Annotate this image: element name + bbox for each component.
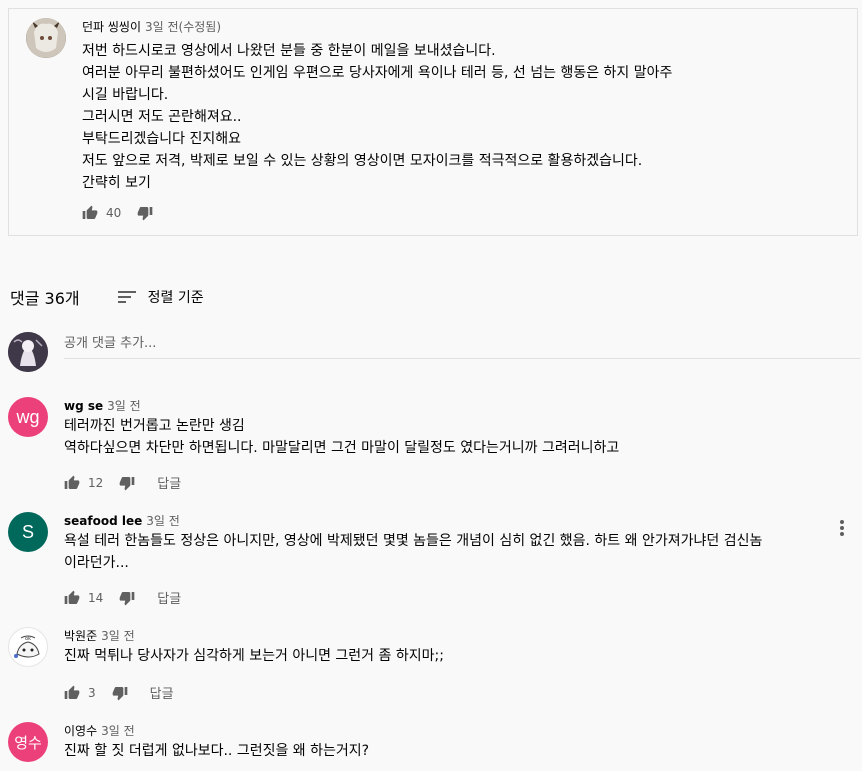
- avatar: [8, 332, 48, 372]
- comment-line: 테러까진 번거롭고 논란만 생김: [64, 418, 245, 434]
- comment-meta: 이영수 3일 전: [64, 722, 135, 739]
- thumb-up-icon[interactable]: [64, 590, 80, 606]
- comment-line: 역하다싶으면 차단만 하면됩니다. 마말달리면 그건 마말이 달릴정도 였다는거…: [64, 440, 620, 456]
- comment-line: 시길 바랍니다.: [82, 87, 169, 103]
- comment-actions: 12 답글: [64, 473, 181, 492]
- comment-meta: seafood lee 3일 전: [64, 512, 180, 529]
- comment-time[interactable]: 3일 전: [146, 514, 180, 528]
- reply-button[interactable]: 답글: [157, 588, 181, 607]
- comment-line: 그러시면 저도 곤란해져요..: [82, 109, 242, 125]
- comment-actions: 40: [82, 205, 153, 221]
- sort-icon: [117, 289, 136, 305]
- comments-header: 댓글 36개 정렬 기준: [10, 285, 204, 309]
- add-comment-box: 공개 댓글 추가...: [8, 332, 860, 372]
- reply-button[interactable]: 답글: [157, 473, 181, 492]
- thumb-down-icon[interactable]: [119, 590, 135, 606]
- comment-time[interactable]: 3일 전: [107, 399, 141, 413]
- comment-meta: 박원준 3일 전: [64, 627, 135, 644]
- avatar[interactable]: wg: [8, 397, 48, 437]
- comment-text: 저번 하드시로코 영상에서 나왔던 분들 중 한분이 메일을 보내셨습니다. 여…: [82, 40, 822, 172]
- pinned-comment: 던파 씽씽이 3일 전(수정됨) 저번 하드시로코 영상에서 나왔던 분들 중 한…: [8, 8, 858, 236]
- comment-line: 여러분 아무리 불편하셨어도 인게임 우편으로 당사자에게 욕이나 테러 등, …: [82, 65, 673, 81]
- thumb-up-icon[interactable]: [82, 205, 98, 221]
- comment-author[interactable]: 박원준: [64, 629, 97, 643]
- sort-label: 정렬 기준: [147, 290, 204, 306]
- thumb-up-icon[interactable]: [64, 475, 80, 491]
- avatar[interactable]: S: [8, 512, 48, 552]
- more-vert-icon[interactable]: [834, 518, 850, 538]
- thumb-up-icon[interactable]: [64, 685, 80, 701]
- comment-line: 이라던가...: [64, 555, 129, 571]
- comment-author[interactable]: wg se: [64, 399, 103, 413]
- comment-meta: 던파 씽씽이 3일 전(수정됨): [82, 18, 221, 35]
- comment-actions: 3 답글: [64, 683, 174, 702]
- avatar[interactable]: [26, 18, 66, 58]
- comment-time[interactable]: 3일 전(수정됨): [145, 20, 221, 34]
- comment-author[interactable]: seafood lee: [64, 514, 142, 528]
- reply-button[interactable]: 답글: [150, 683, 174, 702]
- comment-line: 저번 하드시로코 영상에서 나왔던 분들 중 한분이 메일을 보내셨습니다.: [82, 43, 496, 59]
- like-count: 3: [88, 685, 96, 700]
- comment-line: 욕설 테러 한놈들도 정상은 아니지만, 영상에 박제됐던 몇몇 놈들은 개념이…: [64, 533, 763, 549]
- comment-time[interactable]: 3일 전: [101, 629, 135, 643]
- comment-text: 진짜 할 짓 더럽게 없나보다.. 그런짓을 왜 하는거지?: [64, 740, 814, 762]
- comment-line: 부탁드리겠습니다 진지해요: [82, 131, 242, 147]
- comment-text: 욕설 테러 한놈들도 정상은 아니지만, 영상에 박제됐던 몇몇 놈들은 개념이…: [64, 530, 814, 574]
- comment-author[interactable]: 이영수: [64, 724, 97, 738]
- like-count: 40: [106, 206, 122, 220]
- thumb-down-icon[interactable]: [112, 685, 128, 701]
- sort-button[interactable]: 정렬 기준: [117, 287, 204, 307]
- thumb-down-icon[interactable]: [137, 205, 153, 221]
- comment-line: 진짜 할 짓 더럽게 없나보다.. 그런짓을 왜 하는거지?: [64, 743, 370, 759]
- avatar[interactable]: ok: [8, 627, 48, 667]
- like-count: 12: [88, 475, 104, 490]
- comment-author[interactable]: 던파 씽씽이: [82, 20, 141, 34]
- comment-text: 테러까진 번거롭고 논란만 생김 역하다싶으면 차단만 하면됩니다. 마말달리면…: [64, 415, 814, 459]
- svg-text:ok: ok: [25, 636, 31, 642]
- comment-line: 저도 앞으로 저격, 박제로 보일 수 있는 상황의 영상이면 모자이크를 적극…: [82, 153, 643, 169]
- thumb-down-icon[interactable]: [119, 475, 135, 491]
- comment-meta: wg se 3일 전: [64, 397, 141, 414]
- comment-count: 댓글 36개: [10, 289, 80, 308]
- comment-actions: 14 답글: [64, 588, 181, 607]
- comment-time[interactable]: 3일 전: [101, 724, 135, 738]
- comment-input[interactable]: 공개 댓글 추가...: [64, 334, 860, 359]
- read-less-button[interactable]: 간략히 보기: [82, 172, 151, 192]
- comment-line: 진짜 먹튀나 당사자가 심각하게 보는거 아니면 그런거 좀 하지마;;: [64, 648, 444, 664]
- avatar[interactable]: 영수: [8, 722, 48, 762]
- comment-text: 진짜 먹튀나 당사자가 심각하게 보는거 아니면 그런거 좀 하지마;;: [64, 645, 814, 667]
- like-count: 14: [88, 590, 104, 605]
